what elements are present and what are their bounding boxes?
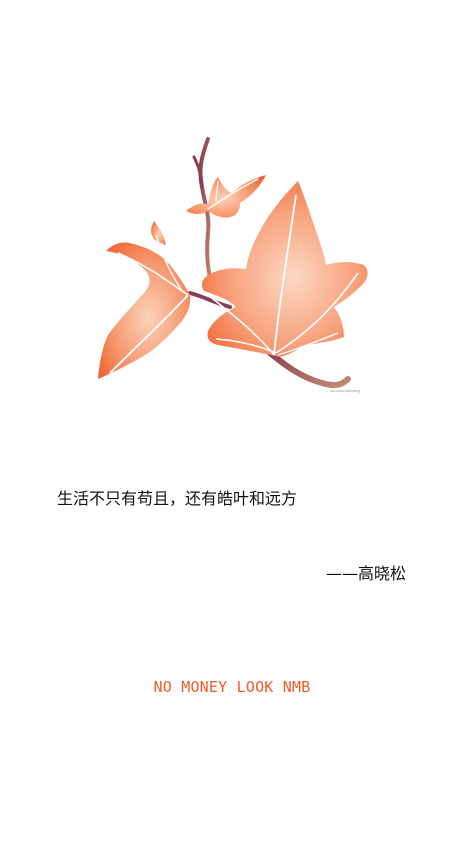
quote-author: ——高晓松 <box>325 564 406 583</box>
maple-leaf-icon <box>98 137 368 389</box>
tagline-text: NO MONEY LOOK NMB <box>153 678 311 696</box>
quote-text: 生活不只有苟且，还有皓叶和远方 <box>57 489 298 508</box>
maple-leaf-illustration <box>90 135 380 405</box>
watermark-text: hanhuamaoyang <box>330 388 360 393</box>
